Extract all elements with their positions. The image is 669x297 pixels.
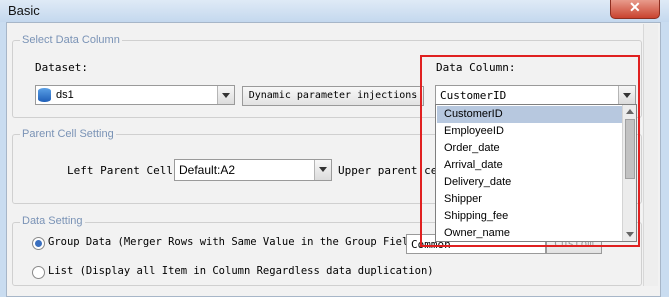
dropdown-option[interactable]: CustomerID — [437, 106, 623, 123]
dataset-value: ds1 — [56, 89, 74, 101]
dataset-icon — [38, 88, 51, 102]
chevron-down-icon[interactable] — [217, 86, 234, 104]
dropdown-option[interactable]: Order_date — [437, 140, 623, 157]
dropdown-option[interactable]: Owner_name — [437, 225, 623, 241]
parent-cell-setting-legend: Parent Cell Setting — [20, 128, 116, 140]
title-bar: Basic ✕ — [0, 0, 669, 22]
scroll-up-icon[interactable] — [626, 109, 634, 114]
scroll-down-icon[interactable] — [626, 232, 634, 237]
dropdown-scrollbar[interactable] — [622, 105, 636, 241]
dropdown-option[interactable]: Shipping_fee — [437, 208, 623, 225]
close-icon: ✕ — [629, 0, 641, 15]
dialog-scrollbar[interactable] — [643, 24, 658, 286]
scroll-thumb[interactable] — [625, 119, 635, 179]
dynamic-parameter-injections-button[interactable]: Dynamic parameter injections — [242, 86, 424, 106]
data-setting-legend: Data Setting — [20, 215, 85, 227]
select-data-column-legend: Select Data Column — [20, 34, 122, 46]
dropdown-option[interactable]: Delivery_date — [437, 174, 623, 191]
dropdown-option[interactable]: EmployeeID — [437, 123, 623, 140]
left-parent-cell-value: Default:A2 — [179, 163, 236, 177]
dropdown-option[interactable]: Shipper — [437, 191, 623, 208]
list-radio[interactable] — [32, 266, 45, 279]
dataset-label: Dataset: — [35, 61, 88, 74]
dropdown-option[interactable]: Arrival_date — [437, 157, 623, 174]
chevron-down-icon[interactable] — [314, 160, 331, 180]
window-title: Basic — [8, 3, 40, 18]
group-data-radio[interactable] — [32, 237, 45, 250]
left-parent-cell-select[interactable]: Default:A2 — [174, 159, 332, 181]
group-data-label: Group Data (Merger Rows with Same Value … — [48, 236, 421, 248]
close-button[interactable]: ✕ — [610, 0, 660, 19]
list-label: List (Display all Item in Column Regardl… — [48, 265, 434, 277]
dataset-select[interactable]: ds1 — [35, 85, 235, 105]
data-column-dropdown: CustomerID EmployeeID Order_date Arrival… — [435, 104, 637, 242]
left-parent-cell-label: Left Parent Cell: — [67, 164, 180, 177]
